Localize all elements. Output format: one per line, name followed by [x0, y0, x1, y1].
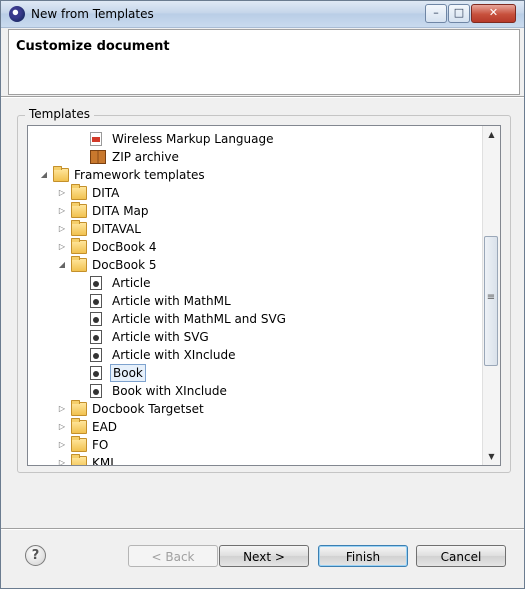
- collapsed-arrow-icon[interactable]: ▷: [58, 404, 66, 414]
- tree-item-selected[interactable]: Book: [28, 364, 482, 382]
- wizard-header: Customize document: [8, 29, 520, 95]
- tree-item-label: Framework templates: [74, 168, 205, 182]
- tree-item[interactable]: ▷ KML: [28, 454, 482, 466]
- tree-item-label: EAD: [92, 420, 118, 434]
- templates-tree[interactable]: Wireless Markup Language ZIP archive ◢ Fram…: [27, 125, 501, 466]
- tree-item[interactable]: ◢ DocBook 5: [28, 256, 482, 274]
- docbook-template-icon: [90, 276, 102, 290]
- minimize-button[interactable]: –: [425, 4, 447, 23]
- folder-icon: [71, 454, 87, 465]
- title-bar[interactable]: New from Templates – □ ✕: [1, 1, 524, 28]
- collapsed-arrow-icon[interactable]: ▷: [58, 242, 66, 252]
- page-title: Customize document: [16, 39, 170, 54]
- finish-button[interactable]: Finish: [318, 545, 408, 567]
- back-button[interactable]: < Back: [128, 545, 218, 567]
- tree-item-label: Book with XInclude: [112, 384, 227, 398]
- tree-item[interactable]: Book with XInclude: [28, 382, 482, 400]
- tree-item-label: Wireless Markup Language: [112, 132, 274, 146]
- folder-icon: [71, 220, 87, 236]
- tree-item[interactable]: Article: [28, 274, 482, 292]
- tree-item-label: DITA: [92, 186, 120, 200]
- tree-item[interactable]: Article with SVG: [28, 328, 482, 346]
- tree-item[interactable]: ▷ DocBook 4: [28, 238, 482, 256]
- scroll-down-icon[interactable]: ▼: [483, 448, 500, 465]
- folder-icon: [71, 436, 87, 452]
- tree-item-label: DITAVAL: [92, 222, 141, 236]
- collapsed-arrow-icon[interactable]: ▷: [58, 188, 66, 198]
- tree-item-label: Article with MathML: [112, 294, 231, 308]
- docbook-template-icon: [90, 330, 102, 344]
- tree-item-label: Article: [112, 276, 151, 290]
- tree-item-label: FO: [92, 438, 109, 452]
- tree-item-label: DITA Map: [92, 204, 149, 218]
- tree-item[interactable]: ▷ DITA Map: [28, 202, 482, 220]
- folder-icon: [71, 184, 87, 200]
- tree-item-label: KML: [92, 456, 117, 466]
- tree-item[interactable]: ▷ Docbook Targetset: [28, 400, 482, 418]
- collapsed-arrow-icon[interactable]: ▷: [58, 206, 66, 216]
- vertical-scrollbar[interactable]: ▲ ▼: [482, 126, 500, 465]
- folder-icon: [71, 238, 87, 254]
- tree-item[interactable]: ▷ DITAVAL: [28, 220, 482, 238]
- new-from-templates-dialog: New from Templates – □ ✕ Customize docum…: [0, 0, 525, 589]
- docbook-template-icon: [90, 294, 102, 308]
- tree-item[interactable]: ▷ EAD: [28, 418, 482, 436]
- folder-icon: [53, 166, 69, 182]
- header-divider: [1, 96, 524, 98]
- window-title: New from Templates: [31, 7, 154, 21]
- footer-divider: [1, 528, 524, 530]
- tree-item[interactable]: ZIP archive: [28, 148, 482, 166]
- folder-icon: [71, 256, 87, 272]
- help-icon[interactable]: ?: [25, 545, 46, 566]
- cancel-button[interactable]: Cancel: [416, 545, 506, 567]
- docbook-template-icon: [90, 312, 102, 326]
- scroll-up-icon[interactable]: ▲: [483, 126, 500, 143]
- tree-item-label: DocBook 5: [92, 258, 157, 272]
- collapsed-arrow-icon[interactable]: ▷: [58, 422, 66, 432]
- tree-item[interactable]: ▷ DITA: [28, 184, 482, 202]
- wml-file-icon: [90, 132, 102, 146]
- folder-icon: [71, 202, 87, 218]
- docbook-template-icon: [90, 384, 102, 398]
- tree-item-label: Docbook Targetset: [92, 402, 204, 416]
- collapsed-arrow-icon[interactable]: ▷: [58, 440, 66, 450]
- tree-item[interactable]: Wireless Markup Language: [28, 130, 482, 148]
- next-button[interactable]: Next >: [219, 545, 309, 567]
- expanded-arrow-icon[interactable]: ◢: [40, 170, 48, 180]
- collapsed-arrow-icon[interactable]: ▷: [58, 224, 66, 234]
- tree-item[interactable]: Article with MathML: [28, 292, 482, 310]
- tree-item-label: Book: [110, 364, 146, 382]
- tree-item-label: Article with MathML and SVG: [112, 312, 286, 326]
- docbook-template-icon: [90, 366, 102, 380]
- folder-icon: [71, 400, 87, 416]
- collapsed-arrow-icon[interactable]: ▷: [58, 458, 66, 465]
- scroll-thumb[interactable]: [484, 236, 498, 366]
- tree-item[interactable]: Article with MathML and SVG: [28, 310, 482, 328]
- tree-item-label: DocBook 4: [92, 240, 157, 254]
- docbook-template-icon: [90, 348, 102, 362]
- folder-icon: [71, 418, 87, 434]
- tree-item-label: Article with XInclude: [112, 348, 236, 362]
- zip-archive-icon: [90, 150, 106, 164]
- expanded-arrow-icon[interactable]: ◢: [58, 260, 66, 270]
- eclipse-app-icon: [9, 6, 25, 22]
- tree-item[interactable]: ◢ Framework templates: [28, 166, 482, 184]
- templates-group-label: Templates: [25, 107, 95, 121]
- tree-item-label: ZIP archive: [112, 150, 179, 164]
- maximize-button[interactable]: □: [448, 4, 470, 23]
- tree-item[interactable]: ▷ FO: [28, 436, 482, 454]
- tree-item[interactable]: Article with XInclude: [28, 346, 482, 364]
- close-button[interactable]: ✕: [471, 4, 516, 23]
- tree-item-label: Article with SVG: [112, 330, 209, 344]
